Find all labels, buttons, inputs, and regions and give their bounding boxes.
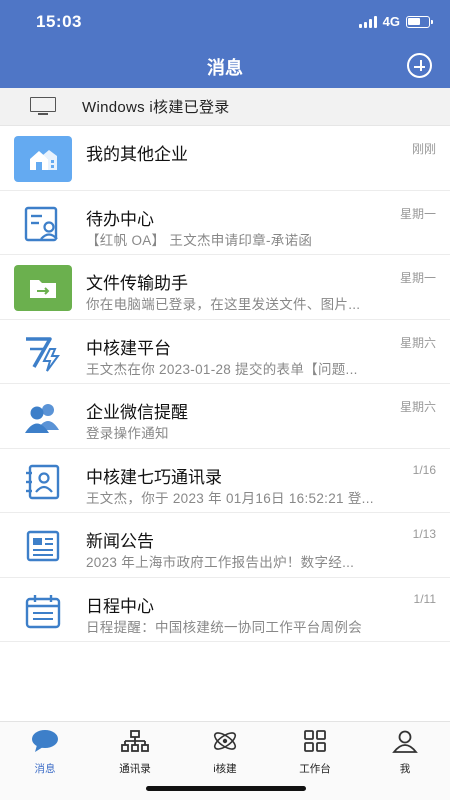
- person-icon: [375, 728, 435, 754]
- message-item-file-transfer[interactable]: 文件传输助手 你在电脑端已登录，在这里发送文件、图片... 星期一: [0, 255, 450, 320]
- message-time: 星期一: [399, 206, 436, 221]
- add-button[interactable]: [407, 53, 432, 78]
- message-title: 新闻公告: [86, 532, 154, 551]
- message-title: 我的其他企业: [86, 145, 188, 164]
- message-time: 1/16: [412, 462, 436, 477]
- battery-icon: [406, 15, 433, 28]
- network-type: 4G: [382, 14, 400, 29]
- message-item-news[interactable]: 新闻公告 2023 年上海市政府工作报告出炉！数字经... 1/13: [0, 513, 450, 578]
- message-title: 中核建平台: [86, 338, 171, 358]
- tab-label: i核建: [213, 763, 237, 775]
- page-title: 消息: [207, 58, 243, 78]
- newspaper-icon: [14, 523, 72, 569]
- contact-book-icon: [14, 459, 72, 505]
- message-list: 我的其他企业 刚刚 待办中心 【红帆 OA】 王文杰申请印章-承诺函 星期一 文…: [0, 126, 450, 642]
- message-time: 刚刚: [411, 142, 436, 156]
- message-preview: 王文杰在你 2023-01-28 提交的表单【问题...: [86, 361, 358, 377]
- message-time: 1/13: [412, 527, 436, 541]
- message-time: 1/11: [413, 591, 436, 606]
- calendar-icon: [14, 588, 72, 634]
- message-time: 星期一: [399, 271, 436, 285]
- tab-label: 工作台: [299, 763, 331, 775]
- tab-label: 消息: [34, 763, 56, 775]
- message-title: 待办中心: [86, 209, 154, 229]
- users-icon: [14, 394, 72, 440]
- building-icon: [14, 136, 72, 182]
- monitor-icon: [30, 96, 56, 117]
- message-item-platform[interactable]: 中核建平台 王文杰在你 2023-01-28 提交的表单【问题... 星期六: [0, 320, 450, 384]
- desktop-login-text: Windows i核建已登录: [82, 99, 230, 116]
- grid-icon: [285, 728, 345, 754]
- tab-label: 通讯录: [119, 763, 151, 775]
- message-title: 中核建七巧通讯录: [86, 467, 222, 487]
- message-time: 星期六: [399, 400, 436, 414]
- message-preview: 登录操作通知: [86, 426, 169, 441]
- org-chart-icon: [105, 728, 165, 754]
- tab-contacts[interactable]: 通讯录: [105, 728, 165, 776]
- status-indicators: 4G: [358, 14, 433, 29]
- message-preview: 日程提醒：中国核建统一协同工作平台周例会: [86, 619, 362, 635]
- signal-icon: [358, 15, 377, 28]
- home-indicator: [146, 786, 306, 791]
- tab-messages[interactable]: 消息: [15, 728, 75, 776]
- tab-me[interactable]: 我: [375, 728, 435, 776]
- message-title: 文件传输助手: [86, 274, 188, 293]
- message-preview: 2023 年上海市政府工作报告出炉！数字经...: [86, 555, 355, 570]
- folder-transfer-icon: [14, 265, 72, 311]
- message-item-contacts-directory[interactable]: 中核建七巧通讯录 王文杰，你于 2023 年 01月16日 16:52:21 登…: [0, 449, 450, 513]
- tab-ihejian[interactable]: i核建: [195, 728, 255, 776]
- header-bar: 15:03 4G 消息: [0, 0, 450, 88]
- tab-workbench[interactable]: 工作台: [285, 728, 345, 776]
- message-title: 日程中心: [86, 596, 154, 616]
- message-title: 企业微信提醒: [86, 403, 188, 422]
- message-item-schedule[interactable]: 日程中心 日程提醒：中国核建统一协同工作平台周例会 1/11: [0, 578, 450, 642]
- todo-icon: [14, 201, 72, 247]
- atom-icon: [195, 728, 255, 754]
- message-item-wecom-reminder[interactable]: 企业微信提醒 登录操作通知 星期六: [0, 384, 450, 449]
- message-item-other-enterprises[interactable]: 我的其他企业 刚刚: [0, 126, 450, 191]
- message-item-todo-center[interactable]: 待办中心 【红帆 OA】 王文杰申请印章-承诺函 星期一: [0, 191, 450, 255]
- platform-logo-icon: [14, 330, 72, 376]
- tab-label: 我: [399, 763, 411, 775]
- chat-bubble-icon: [15, 728, 75, 754]
- message-preview: 王文杰，你于 2023 年 01月16日 16:52:21 登...: [86, 490, 374, 506]
- message-time: 星期六: [399, 335, 436, 350]
- status-time: 15:03: [36, 12, 82, 31]
- message-preview: 【红帆 OA】 王文杰申请印章-承诺函: [86, 232, 313, 248]
- message-preview: 你在电脑端已登录，在这里发送文件、图片...: [86, 297, 361, 312]
- desktop-login-bar[interactable]: Windows i核建已登录: [0, 88, 450, 126]
